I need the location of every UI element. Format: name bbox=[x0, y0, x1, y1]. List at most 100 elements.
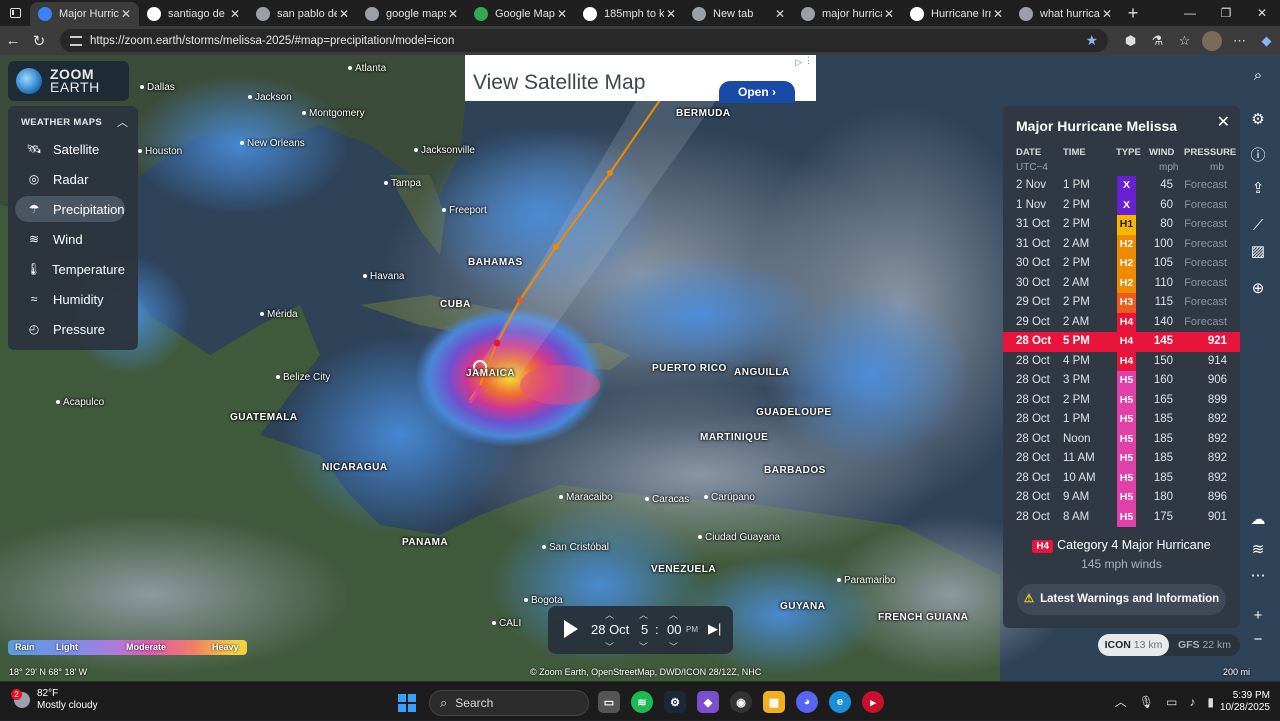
battery-icon[interactable]: ▮ bbox=[1207, 695, 1214, 709]
extension-icon[interactable]: ⬢ bbox=[1117, 33, 1144, 49]
forecast-row[interactable]: 28 Oct 3 PM H5 160 906 bbox=[1003, 371, 1240, 391]
forecast-row[interactable]: 29 Oct 2 AM H4 140 Forecast bbox=[1003, 312, 1240, 332]
warnings-button[interactable]: ⚠ Latest Warnings and Information bbox=[1017, 584, 1226, 615]
forecast-row[interactable]: 28 Oct 5 PM H4 145 921 bbox=[1003, 332, 1240, 352]
tab-close-icon[interactable]: ✕ bbox=[555, 7, 569, 21]
forecast-row[interactable]: 28 Oct 9 AM H5 180 896 bbox=[1003, 488, 1240, 508]
back-icon[interactable]: ← bbox=[0, 32, 26, 49]
menu-item-radar[interactable]: ◎ Radar bbox=[15, 166, 125, 192]
copilot-app-icon[interactable]: ◆ bbox=[697, 691, 719, 713]
flask-icon[interactable]: ⚗ bbox=[1144, 33, 1171, 49]
tab-search-icon[interactable] bbox=[0, 0, 30, 26]
ad-banner[interactable]: View Satellite Map Open › ▷ ⋮ bbox=[465, 55, 816, 103]
maximize-icon[interactable]: ❐ bbox=[1208, 0, 1244, 26]
locate-icon[interactable]: ⊕ bbox=[1246, 276, 1270, 300]
tab-close-icon[interactable]: ✕ bbox=[882, 7, 896, 21]
windows-start-icon[interactable] bbox=[398, 694, 416, 712]
spotify-icon[interactable]: ≋ bbox=[631, 691, 653, 713]
date-up-icon[interactable]: ︿ bbox=[605, 608, 614, 621]
tab-close-icon[interactable]: ✕ bbox=[228, 7, 242, 21]
share-icon[interactable]: ⇪ bbox=[1246, 176, 1270, 200]
more-icon[interactable]: ⋯ bbox=[1246, 563, 1270, 587]
menu-item-temperature[interactable]: 🌡 Temperature bbox=[15, 256, 125, 282]
microphone-icon[interactable]: 🎙 bbox=[1139, 695, 1154, 709]
minute-down-icon[interactable]: ﹀ bbox=[669, 640, 678, 653]
address-bar[interactable]: https://zoom.earth/storms/melissa-2025/#… bbox=[60, 29, 1108, 52]
menu-item-pressure[interactable]: ◴ Pressure bbox=[15, 316, 125, 342]
forecast-row[interactable]: 28 Oct Noon H5 185 892 bbox=[1003, 429, 1240, 449]
forecast-row[interactable]: 30 Oct 2 PM H2 105 Forecast bbox=[1003, 254, 1240, 274]
minimize-icon[interactable]: — bbox=[1172, 0, 1208, 26]
browser-tab[interactable]: 185mph to km✕ bbox=[575, 2, 684, 26]
site-info-icon[interactable] bbox=[70, 35, 82, 46]
tab-close-icon[interactable]: ✕ bbox=[1100, 7, 1114, 21]
close-icon[interactable]: ✕ bbox=[1217, 112, 1230, 132]
ad-choices-icon[interactable]: ▷ bbox=[795, 57, 802, 68]
volume-icon[interactable]: ♪ bbox=[1189, 695, 1195, 709]
forecast-row[interactable]: 31 Oct 2 AM H2 100 Forecast bbox=[1003, 234, 1240, 254]
info-icon[interactable]: ⓘ bbox=[1246, 142, 1270, 166]
forecast-row[interactable]: 31 Oct 2 PM H1 80 Forecast bbox=[1003, 215, 1240, 235]
measure-icon[interactable]: ⟋ bbox=[1246, 213, 1270, 237]
forecast-row[interactable]: 2 Nov 1 PM X 45 Forecast bbox=[1003, 176, 1240, 196]
browser-tab[interactable]: Hurricane Irma✕ bbox=[902, 2, 1011, 26]
weather-widget[interactable]: 2 82°F Mostly cloudy bbox=[11, 688, 98, 712]
play-icon[interactable] bbox=[564, 620, 578, 638]
browser-tab[interactable]: what hurricane✕ bbox=[1011, 2, 1120, 26]
forecast-row[interactable]: 28 Oct 8 AM H5 175 901 bbox=[1003, 507, 1240, 527]
tab-close-icon[interactable]: ✕ bbox=[664, 7, 678, 21]
forecast-row[interactable]: 28 Oct 11 AM H5 185 892 bbox=[1003, 449, 1240, 469]
forecast-row[interactable]: 28 Oct 2 PM H5 165 899 bbox=[1003, 390, 1240, 410]
forecast-row[interactable]: 1 Nov 2 PM X 60 Forecast bbox=[1003, 195, 1240, 215]
gfs-model-button[interactable]: GFS 22 km bbox=[1169, 634, 1240, 656]
tab-close-icon[interactable]: ✕ bbox=[773, 7, 787, 21]
network-icon[interactable]: ▭ bbox=[1166, 695, 1177, 709]
playback-hour[interactable]: 5 bbox=[641, 622, 648, 637]
new-tab-button[interactable]: + bbox=[1120, 3, 1146, 24]
steam-icon[interactable]: ⚙ bbox=[664, 691, 686, 713]
hour-up-icon[interactable]: ︿ bbox=[639, 608, 648, 621]
browser-tab[interactable]: google maps -✕ bbox=[357, 2, 466, 26]
date-down-icon[interactable]: ﹀ bbox=[605, 640, 614, 653]
zoom-out-icon[interactable]: − bbox=[1246, 627, 1270, 651]
ad-open-button[interactable]: Open › bbox=[719, 81, 795, 103]
clock[interactable]: 5:39 PM 10/28/2025 bbox=[1220, 690, 1270, 714]
browser-tab[interactable]: san pablo de ya✕ bbox=[248, 2, 357, 26]
wind-layer-icon[interactable]: ≋ bbox=[1246, 537, 1270, 561]
menu-item-satellite[interactable]: 🛰 Satellite bbox=[15, 136, 125, 162]
skip-forward-icon[interactable]: ▶| bbox=[708, 621, 721, 637]
favorites-icon[interactable]: ☆ bbox=[1171, 33, 1198, 49]
menu-item-humidity[interactable]: ≈ Humidity bbox=[15, 286, 125, 312]
bookmark-star-icon[interactable]: ★ bbox=[1085, 32, 1098, 49]
tab-close-icon[interactable]: ✕ bbox=[991, 7, 1005, 21]
forecast-row[interactable]: 29 Oct 2 PM H3 115 Forecast bbox=[1003, 293, 1240, 313]
discord-icon[interactable]: ◕ bbox=[796, 691, 818, 713]
forecast-row[interactable]: 30 Oct 2 AM H2 110 Forecast bbox=[1003, 273, 1240, 293]
settings-gear-icon[interactable]: ⚙ bbox=[1246, 107, 1270, 131]
draw-icon[interactable]: ▨ bbox=[1246, 239, 1270, 263]
attribution[interactable]: © Zoom Earth, OpenStreetMap, DWD/ICON 28… bbox=[530, 667, 761, 677]
tab-close-icon[interactable]: ✕ bbox=[119, 7, 133, 21]
playback-minute[interactable]: 00 bbox=[667, 622, 681, 637]
hour-down-icon[interactable]: ﹀ bbox=[639, 640, 648, 653]
tray-chevron-icon[interactable]: ︿ bbox=[1115, 693, 1127, 710]
edge-icon[interactable]: e bbox=[829, 691, 851, 713]
browser-tab[interactable]: santiago de cub✕ bbox=[139, 2, 248, 26]
tab-close-icon[interactable]: ✕ bbox=[446, 7, 460, 21]
playback-date[interactable]: 28 Oct bbox=[591, 622, 629, 637]
forecast-row[interactable]: 28 Oct 4 PM H4 150 914 bbox=[1003, 351, 1240, 371]
taskbar-search[interactable]: ⌕ Search bbox=[429, 690, 589, 716]
ad-close-icon[interactable]: ⋮ bbox=[804, 55, 813, 66]
search-icon[interactable]: ⌕ bbox=[1246, 63, 1270, 87]
profile-avatar[interactable] bbox=[1202, 30, 1222, 51]
copilot-icon[interactable]: ◆ bbox=[1253, 33, 1280, 49]
zoom-earth-logo[interactable]: ZOOM EARTH bbox=[8, 61, 129, 101]
menu-item-precipitation[interactable]: ☂ Precipitation bbox=[15, 196, 125, 222]
task-view-icon[interactable]: ▭ bbox=[598, 691, 620, 713]
chevron-up-icon[interactable]: ︿ bbox=[117, 114, 128, 130]
tab-close-icon[interactable]: ✕ bbox=[337, 7, 351, 21]
app-icon[interactable]: ▸ bbox=[862, 691, 884, 713]
cloud-layer-icon[interactable]: ☁ bbox=[1246, 507, 1270, 531]
minute-up-icon[interactable]: ︿ bbox=[669, 608, 678, 621]
browser-tab[interactable]: major hurricane✕ bbox=[793, 2, 902, 26]
